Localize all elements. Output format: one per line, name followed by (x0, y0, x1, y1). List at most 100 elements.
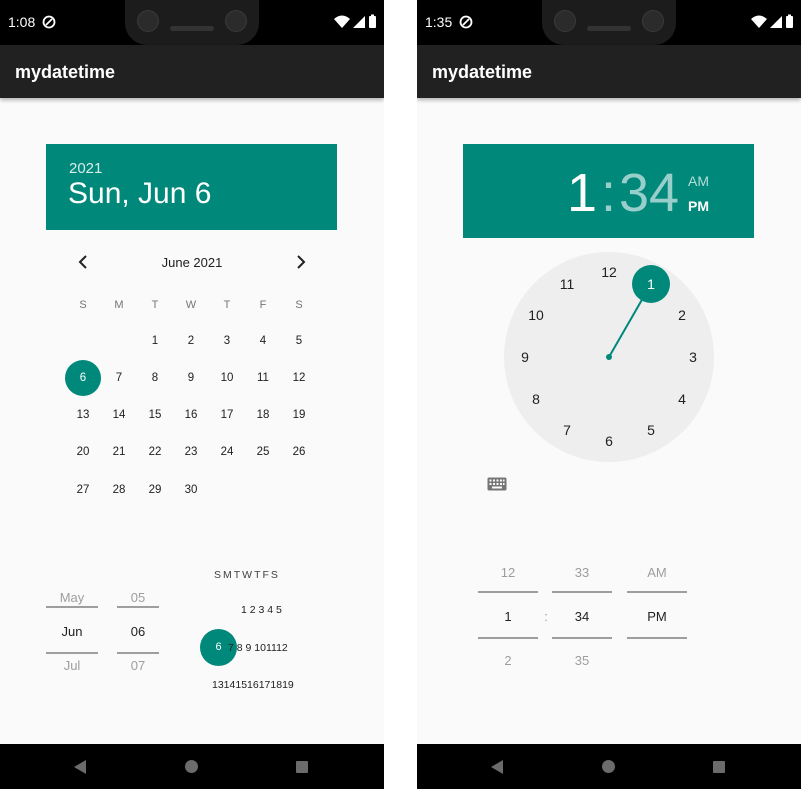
day-spinner-prev[interactable]: 05 (117, 590, 159, 605)
recents-icon[interactable] (713, 761, 725, 773)
app-title: mydatetime (15, 62, 116, 82)
ampm-spinner-current[interactable]: PM (627, 609, 687, 624)
keyboard-icon[interactable] (487, 477, 507, 491)
calendar-day[interactable]: 7 (101, 368, 137, 388)
camera-notch (542, 0, 676, 45)
calendar-day[interactable]: 1 (137, 331, 173, 351)
ampm-spinner-prev[interactable]: AM (627, 565, 687, 580)
navigation-bar (0, 744, 384, 789)
month-spinner-prev[interactable]: May (46, 590, 98, 605)
calendar-day[interactable]: 19 (281, 405, 317, 425)
calendar-month-label: June 2021 (161, 255, 223, 270)
clock-number[interactable]: 6 (597, 431, 621, 451)
mini-calendar-row[interactable]: 13141516171819 (212, 679, 294, 691)
clock-number[interactable]: 7 (555, 420, 579, 440)
home-icon[interactable] (601, 759, 616, 774)
chevron-right-icon[interactable] (294, 254, 308, 270)
phone-date-picker: 1:08 mydatetime 2021 Sun, Jun 6 June 202… (0, 0, 384, 789)
calendar-day[interactable]: 5 (281, 331, 317, 351)
hour-spinner-current[interactable]: 1 (478, 609, 538, 624)
mini-calendar-weekdays: SMTWTFS (214, 569, 280, 581)
minute-spinner-prev[interactable]: 33 (552, 565, 612, 580)
day-spinner-current[interactable]: 06 (117, 624, 159, 639)
date-picker-header: 2021 Sun, Jun 6 (46, 144, 337, 230)
spinner-divider (46, 606, 98, 608)
hour-spinner-next[interactable]: 2 (478, 653, 538, 668)
calendar-day[interactable]: 29 (137, 480, 173, 500)
clock-number[interactable]: 11 (555, 274, 579, 294)
home-icon[interactable] (184, 759, 199, 774)
status-icons (334, 14, 376, 28)
calendar-day[interactable]: 28 (101, 480, 137, 500)
clock-number[interactable]: 4 (670, 389, 694, 409)
header-separator: : (601, 163, 617, 223)
calendar-day[interactable]: 16 (173, 405, 209, 425)
clock-number[interactable]: 2 (670, 305, 694, 325)
sync-icon (42, 15, 56, 29)
header-hour[interactable]: 1 (567, 162, 597, 224)
calendar-day[interactable]: 14 (101, 405, 137, 425)
clock-number[interactable]: 10 (524, 305, 548, 325)
back-icon[interactable] (490, 759, 504, 775)
header-pm[interactable]: PM (688, 198, 709, 214)
header-minute[interactable]: 34 (619, 162, 679, 224)
calendar-day[interactable]: 20 (65, 442, 101, 462)
status-time: 1:08 (8, 14, 36, 30)
calendar-day[interactable]: 26 (281, 442, 317, 462)
clock-number[interactable]: 12 (597, 262, 621, 282)
calendar-day[interactable]: 13 (65, 405, 101, 425)
month-spinner-current[interactable]: Jun (46, 624, 98, 639)
calendar-day[interactable]: 23 (173, 442, 209, 462)
header-am[interactable]: AM (688, 173, 709, 189)
hour-spinner-prev[interactable]: 12 (478, 565, 538, 580)
calendar-day[interactable]: 22 (137, 442, 173, 462)
calendar-day[interactable]: 4 (245, 331, 281, 351)
calendar-day[interactable]: 9 (173, 368, 209, 388)
mini-calendar-row[interactable]: 1 2 3 4 5 (241, 604, 282, 616)
app-title: mydatetime (432, 62, 533, 82)
calendar-day[interactable]: 27 (65, 480, 101, 500)
back-icon[interactable] (73, 759, 87, 775)
clock-number[interactable]: 3 (681, 347, 705, 367)
clock-number[interactable]: 8 (524, 389, 548, 409)
day-spinner-next[interactable]: 07 (117, 658, 159, 673)
calendar-day[interactable]: 12 (281, 368, 317, 388)
weekday-label: W (185, 299, 197, 311)
wifi-icon (334, 15, 350, 28)
clock-number[interactable]: 5 (639, 420, 663, 440)
calendar-day[interactable]: 2 (173, 331, 209, 351)
spinner-divider (478, 637, 538, 639)
calendar-day[interactable]: 18 (245, 405, 281, 425)
spinner-divider (117, 652, 159, 654)
calendar-day[interactable]: 25 (245, 442, 281, 462)
chevron-left-icon[interactable] (76, 254, 90, 270)
clock-number[interactable]: 9 (513, 347, 537, 367)
header-year[interactable]: 2021 (69, 160, 102, 177)
calendar-day-selected[interactable]: 6 (65, 360, 101, 396)
spinner-divider (46, 652, 98, 654)
calendar-day[interactable]: 8 (137, 368, 173, 388)
calendar-day[interactable]: 21 (101, 442, 137, 462)
app-bar: mydatetime (0, 45, 384, 98)
clock-number-selected[interactable]: 1 (639, 274, 663, 294)
month-spinner-next[interactable]: Jul (46, 658, 98, 673)
calendar-day[interactable]: 17 (209, 405, 245, 425)
spinner-divider (117, 606, 159, 608)
speaker-grille (587, 26, 631, 31)
header-date[interactable]: Sun, Jun 6 (68, 177, 211, 211)
weekday-label: S (295, 299, 303, 311)
mini-calendar-row[interactable]: 7 8 9 101112 (228, 642, 288, 654)
spinner-divider (552, 591, 612, 593)
calendar-day[interactable]: 24 (209, 442, 245, 462)
minute-spinner-current[interactable]: 34 (552, 609, 612, 624)
calendar-day[interactable]: 11 (245, 368, 281, 388)
time-picker-header: 1 : 34 AM PM (463, 144, 754, 238)
clock-face[interactable]: 12 1 2 3 4 5 6 7 8 9 10 11 (504, 252, 714, 462)
calendar-day[interactable]: 15 (137, 405, 173, 425)
calendar-day[interactable]: 10 (209, 368, 245, 388)
status-icons (751, 14, 793, 28)
recents-icon[interactable] (296, 761, 308, 773)
minute-spinner-next[interactable]: 35 (552, 653, 612, 668)
calendar-day[interactable]: 30 (173, 480, 209, 500)
calendar-day[interactable]: 3 (209, 331, 245, 351)
